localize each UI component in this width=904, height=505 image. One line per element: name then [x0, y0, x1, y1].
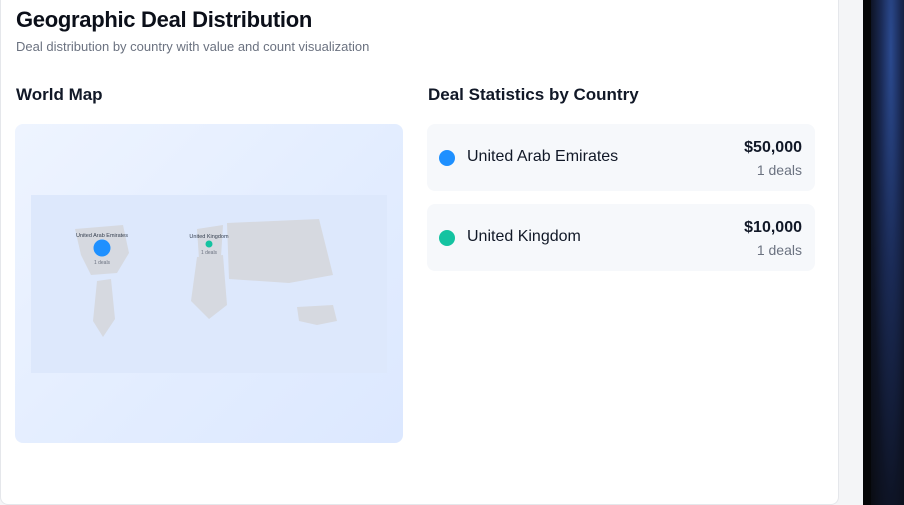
desktop-background	[871, 0, 904, 505]
deal-count: 1 deals	[756, 242, 802, 258]
country-dot-uae	[439, 150, 455, 166]
map-marker-label-uae: United Arab Emirates	[76, 233, 128, 239]
page-title: Geographic Deal Distribution	[16, 7, 312, 32]
background-window-edge	[863, 0, 904, 505]
map-marker-label-uk: United Kingdom	[189, 234, 229, 240]
stat-row-uk[interactable]: United Kingdom $10,000 1 deals	[427, 204, 815, 271]
world-map-heading: World Map	[16, 85, 103, 104]
page-subtitle: Deal distribution by country with value …	[16, 39, 370, 54]
deal-value: $50,000	[744, 139, 802, 156]
deal-stats-heading: Deal Statistics by Country	[428, 85, 639, 104]
map-marker-uk[interactable]	[205, 240, 213, 248]
country-dot-uk	[439, 230, 455, 246]
map-marker-count-uk: 1 deals	[201, 250, 218, 256]
country-name: United Arab Emirates	[467, 148, 619, 165]
deal-value: $10,000	[744, 219, 802, 236]
stat-row-uae[interactable]: United Arab Emirates $50,000 1 deals	[427, 124, 815, 191]
country-name: United Kingdom	[467, 228, 581, 245]
landmass-asia	[227, 219, 333, 283]
world-map: United Arab Emirates 1 deals United King…	[31, 195, 387, 373]
deal-count: 1 deals	[756, 162, 802, 178]
map-marker-uae[interactable]	[93, 239, 111, 257]
window-edge-border	[863, 0, 871, 505]
map-marker-count-uae: 1 deals	[94, 260, 111, 266]
